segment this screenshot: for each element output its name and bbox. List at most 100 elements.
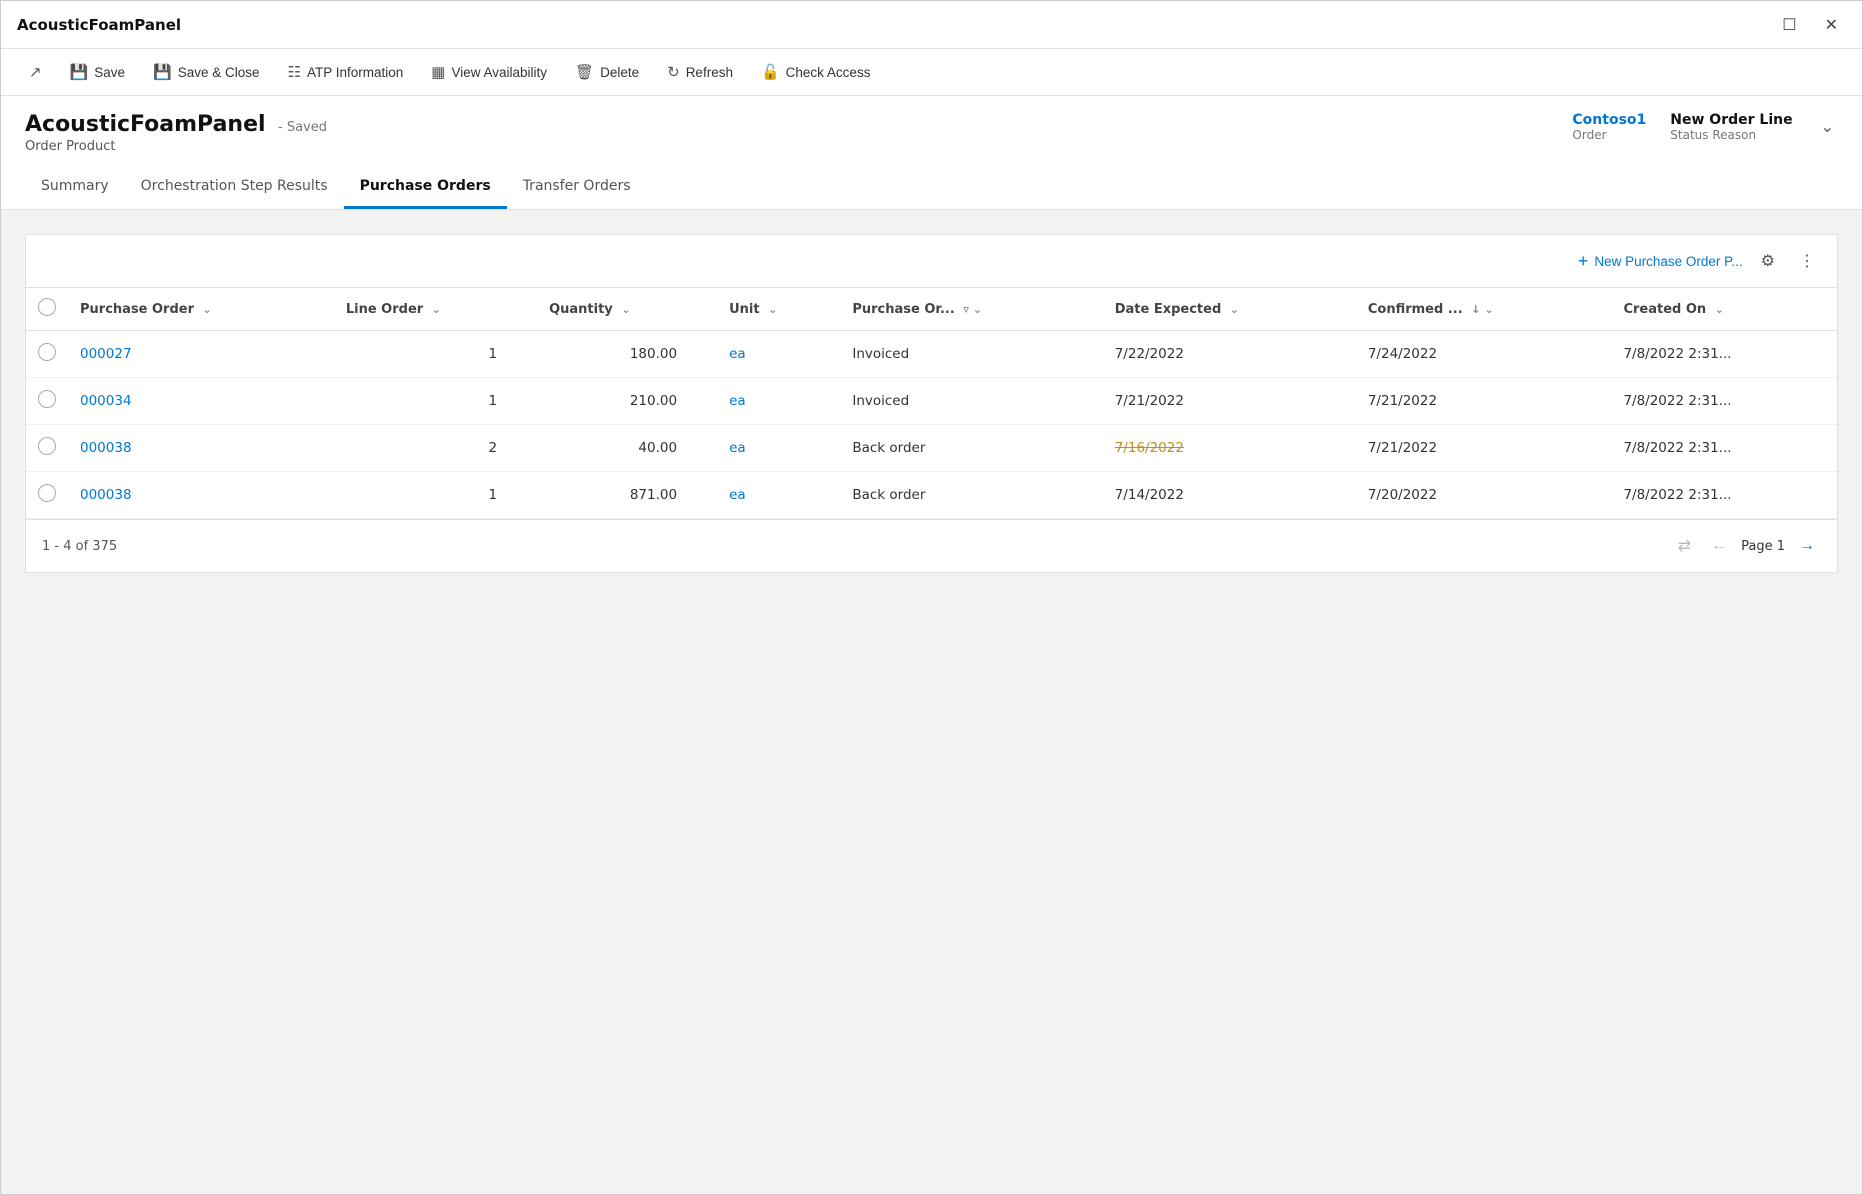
save-label: Save [94,65,125,80]
date-expected-value-3: 7/14/2022 [1115,487,1184,503]
select-all-header [26,288,68,331]
table-row: 000027 1 180.00 ea Invoiced 7/22/2022 7/… [26,331,1837,378]
cell-purchase-order-3: 000038 [68,472,334,519]
tab-transfer-orders[interactable]: Transfer Orders [507,166,647,209]
save-close-label: Save & Close [178,65,260,80]
new-purchase-order-label: New Purchase Order P... [1594,254,1742,269]
cell-status-1: Invoiced [840,378,1102,425]
first-page-button[interactable]: ⇄ [1672,532,1697,560]
purchase-order-link-0[interactable]: 000027 [80,346,132,362]
cell-confirmed-2: 7/21/2022 [1356,425,1612,472]
cell-created-on-2: 7/8/2022 2:31... [1611,425,1837,472]
record-meta: Contoso1 Order New Order Line Status Rea… [1572,112,1838,142]
save-button[interactable]: 💾 Save [58,57,137,87]
check-access-button[interactable]: 🔓 Check Access [749,57,882,87]
record-title-area: AcousticFoamPanel - Saved Order Product [25,112,327,154]
cell-purchase-order-0: 000027 [68,331,334,378]
atp-information-button[interactable]: ☷ ATP Information [276,57,416,87]
view-avail-label: View Availability [451,65,547,80]
row-selector-0[interactable] [26,331,68,378]
purchase-order-link-2[interactable]: 000038 [80,440,132,456]
cell-created-on-0: 7/8/2022 2:31... [1611,331,1837,378]
row-checkbox-2[interactable] [38,437,56,455]
view-avail-icon: ▦ [431,63,445,81]
col-header-line-order[interactable]: Line Order ⌄ [334,288,537,331]
main-window: AcousticFoamPanel ☐ ✕ ↗ 💾 Save 💾 Save & … [0,0,1863,1195]
col-header-date-expected[interactable]: Date Expected ⌄ [1103,288,1356,331]
cell-status-3: Back order [840,472,1102,519]
tab-orchestration[interactable]: Orchestration Step Results [125,166,344,209]
atp-icon: ☷ [288,63,301,81]
tab-summary[interactable]: Summary [25,166,125,209]
table-row: 000034 1 210.00 ea Invoiced 7/21/2022 7/… [26,378,1837,425]
record-title-line: AcousticFoamPanel - Saved [25,112,327,137]
next-page-button[interactable]: → [1793,533,1821,559]
record-chevron-button[interactable]: ⌄ [1817,113,1838,141]
row-checkbox-3[interactable] [38,484,56,502]
refresh-button[interactable]: ↻ Refresh [655,57,745,87]
unit-link-2[interactable]: ea [729,440,746,456]
col-header-purchase-order[interactable]: Purchase Order ⌄ [68,288,334,331]
row-selector-2[interactable] [26,425,68,472]
cell-unit-2: ea [717,425,840,472]
check-access-icon: 🔓 [761,63,780,81]
close-button[interactable]: ✕ [1817,11,1846,39]
purchase-order-link-1[interactable]: 000034 [80,393,132,409]
unit-link-1[interactable]: ea [729,393,746,409]
purchase-order-link-3[interactable]: 000038 [80,487,132,503]
cell-quantity-3: 871.00 [537,472,717,519]
grid-more-button[interactable]: ⋮ [1793,247,1821,275]
page-label: Page 1 [1741,539,1785,554]
cell-quantity-2: 40.00 [537,425,717,472]
window-title: AcousticFoamPanel [17,16,181,34]
status-value: New Order Line [1670,112,1792,128]
col-header-created-on[interactable]: Created On ⌄ [1611,288,1837,331]
col-header-unit[interactable]: Unit ⌄ [717,288,840,331]
pagination-range: 1 - 4 of 375 [42,539,117,554]
cell-line-order-2: 2 [334,425,537,472]
cell-quantity-1: 210.00 [537,378,717,425]
window-controls: ☐ ✕ [1774,11,1846,39]
grid-toolbar: + New Purchase Order P... ⚙ ⋮ [26,235,1837,288]
open-in-new-button[interactable]: ↗ [17,57,54,87]
new-purchase-order-button[interactable]: + New Purchase Order P... [1578,251,1743,272]
cell-line-order-3: 1 [334,472,537,519]
table-row: 000038 2 40.00 ea Back order 7/16/2022 7… [26,425,1837,472]
cell-confirmed-1: 7/21/2022 [1356,378,1612,425]
grid-footer: 1 - 4 of 375 ⇄ ← Page 1 → [26,519,1837,572]
tab-purchase-orders[interactable]: Purchase Orders [344,166,507,209]
order-meta-item: Contoso1 Order [1572,112,1646,142]
cell-quantity-0: 180.00 [537,331,717,378]
cell-confirmed-0: 7/24/2022 [1356,331,1612,378]
unit-link-3[interactable]: ea [729,487,746,503]
prev-page-button[interactable]: ← [1705,533,1733,559]
refresh-label: Refresh [686,65,733,80]
toolbar: ↗ 💾 Save 💾 Save & Close ☷ ATP Informatio… [1,49,1862,96]
grid-settings-button[interactable]: ⚙ [1755,247,1781,275]
cell-date-expected-3: 7/14/2022 [1103,472,1356,519]
cell-unit-0: ea [717,331,840,378]
select-all-checkbox[interactable] [38,298,56,316]
col-header-status[interactable]: Purchase Or... ▿⌄ [840,288,1102,331]
tabs-bar: Summary Orchestration Step Results Purch… [1,166,1862,210]
pagination-controls: ⇄ ← Page 1 → [1672,532,1821,560]
record-title: AcousticFoamPanel [25,112,266,137]
cell-created-on-1: 7/8/2022 2:31... [1611,378,1837,425]
status-meta-item: New Order Line Status Reason [1670,112,1792,142]
maximize-button[interactable]: ☐ [1774,11,1804,39]
row-selector-3[interactable] [26,472,68,519]
order-link[interactable]: Contoso1 [1572,112,1646,128]
save-close-button[interactable]: 💾 Save & Close [141,57,271,87]
row-checkbox-1[interactable] [38,390,56,408]
row-selector-1[interactable] [26,378,68,425]
col-header-confirmed[interactable]: Confirmed ... ↓⌄ [1356,288,1612,331]
col-header-quantity[interactable]: Quantity ⌄ [537,288,717,331]
unit-link-0[interactable]: ea [729,346,746,362]
record-subtitle: Order Product [25,139,327,154]
delete-button[interactable]: 🗑 Delete [563,57,651,87]
view-availability-button[interactable]: ▦ View Availability [419,57,559,87]
date-expected-value-2: 7/16/2022 [1115,440,1184,456]
delete-label: Delete [600,65,639,80]
delete-icon: 🗑 [575,63,594,81]
row-checkbox-0[interactable] [38,343,56,361]
